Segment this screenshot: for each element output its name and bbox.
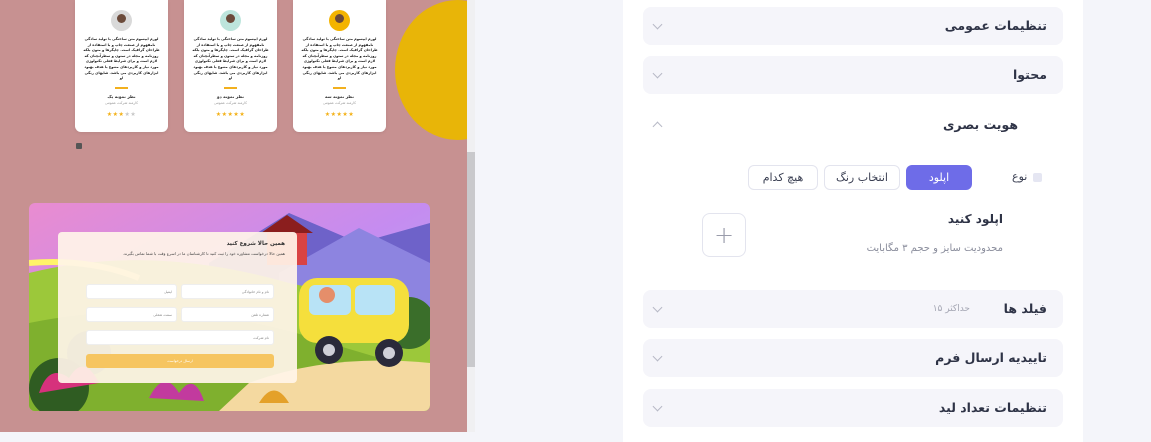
type-none-button[interactable]: هیچ کدام — [748, 165, 818, 190]
handle-icon[interactable] — [76, 143, 82, 149]
upload-title: اپلود کنید — [947, 212, 1003, 226]
section-lead-count[interactable]: تنظیمات تعداد لید — [643, 389, 1063, 427]
chevron-down-icon — [652, 351, 663, 362]
section-title: فیلد ها — [1003, 301, 1047, 316]
form-field-name[interactable]: نام و نام خانوادگی — [181, 284, 274, 299]
section-general-settings[interactable]: تنظیمات عمومی — [643, 7, 1063, 45]
testimonial-text: لورم ایپسوم متن ساختگی با تولید سادگی نا… — [192, 37, 269, 81]
rating-stars: ★★★★★ — [106, 111, 137, 118]
chevron-up-icon — [652, 121, 663, 132]
chevron-down-icon — [652, 401, 663, 412]
testimonial-name: نظر نمونه یک — [107, 94, 136, 99]
type-label: نوع — [1012, 170, 1028, 183]
testimonial-text: لورم ایپسوم متن ساختگی با تولید سادگی نا… — [83, 37, 160, 81]
chevron-down-icon — [652, 19, 663, 30]
fields-limit-note: حداکثر ۱۵ — [932, 304, 970, 314]
form-title: همین حالا شروع کنید — [226, 241, 285, 247]
avatar — [111, 10, 132, 31]
form-field-company[interactable]: نام شرکت — [86, 330, 274, 345]
upload-button[interactable]: + — [702, 213, 746, 257]
section-visual-identity[interactable]: هویت بصری — [643, 106, 1063, 144]
rating-stars: ★★★★★ — [324, 111, 355, 118]
page: لورم ایپسوم متن ساختگی با تولید سادگی نا… — [0, 0, 1151, 442]
testimonial-card: لورم ایپسوم متن ساختگی با تولید سادگی نا… — [184, 0, 277, 132]
testimonial-name: نظر نمونه سه — [325, 94, 354, 99]
section-fields[interactable]: فیلد ها حداکثر ۱۵ — [643, 290, 1063, 328]
testimonial-role: کارمند شرکت عمومی — [323, 101, 356, 105]
section-form-confirmation[interactable]: تاییدیه ارسال فرم — [643, 339, 1063, 377]
section-title: هویت بصری — [942, 117, 1018, 132]
form-field-position[interactable]: سمت شغلی — [86, 307, 177, 322]
upload-note: محدودیت سایز و حجم ۳ مگابایت — [866, 243, 1003, 254]
page-preview: لورم ایپسوم متن ساختگی با تولید سادگی نا… — [0, 0, 467, 432]
chevron-down-icon — [652, 68, 663, 79]
divider — [224, 87, 237, 89]
testimonial-card: لورم ایپسوم متن ساختگی با تولید سادگی نا… — [293, 0, 386, 132]
rating-stars: ★★★★★ — [215, 111, 246, 118]
form-description: همین حالا درخواست مشاوره خود را ثبت کنید… — [122, 251, 285, 256]
form-field-phone[interactable]: شماره تلفن — [181, 307, 274, 322]
section-title: تنظیمات تعداد لید — [938, 400, 1047, 415]
chevron-down-icon — [652, 302, 663, 313]
section-content[interactable]: محتوا — [643, 56, 1063, 94]
testimonial-role: کارمند شرکت عمومی — [214, 101, 247, 105]
section-title: محتوا — [1013, 67, 1047, 82]
testimonial-role: کارمند شرکت عمومی — [105, 101, 138, 105]
testimonial-name: نظر نمونه دو — [216, 94, 245, 99]
section-title: تاییدیه ارسال فرم — [935, 350, 1047, 365]
form-submit-button[interactable]: ارسال درخواست — [86, 354, 274, 368]
section-title: تنظیمات عمومی — [944, 18, 1047, 33]
avatar — [220, 10, 241, 31]
yellow-circle-decoration — [395, 0, 467, 140]
type-color-button[interactable]: انتخاب رنگ — [824, 165, 900, 190]
plus-icon: + — [713, 221, 735, 249]
lead-form-preview: همین حالا شروع کنید همین حالا درخواست مش… — [58, 232, 297, 383]
avatar — [329, 10, 350, 31]
divider — [333, 87, 346, 89]
form-field-email[interactable]: ایمیل — [86, 284, 177, 299]
testimonial-text: لورم ایپسوم متن ساختگی با تولید سادگی نا… — [301, 37, 378, 81]
type-radio[interactable] — [1033, 173, 1042, 182]
divider — [115, 87, 128, 89]
scrollbar-thumb[interactable] — [467, 152, 475, 367]
testimonial-card: لورم ایپسوم متن ساختگی با تولید سادگی نا… — [75, 0, 168, 132]
type-upload-button[interactable]: اپلود — [906, 165, 972, 190]
